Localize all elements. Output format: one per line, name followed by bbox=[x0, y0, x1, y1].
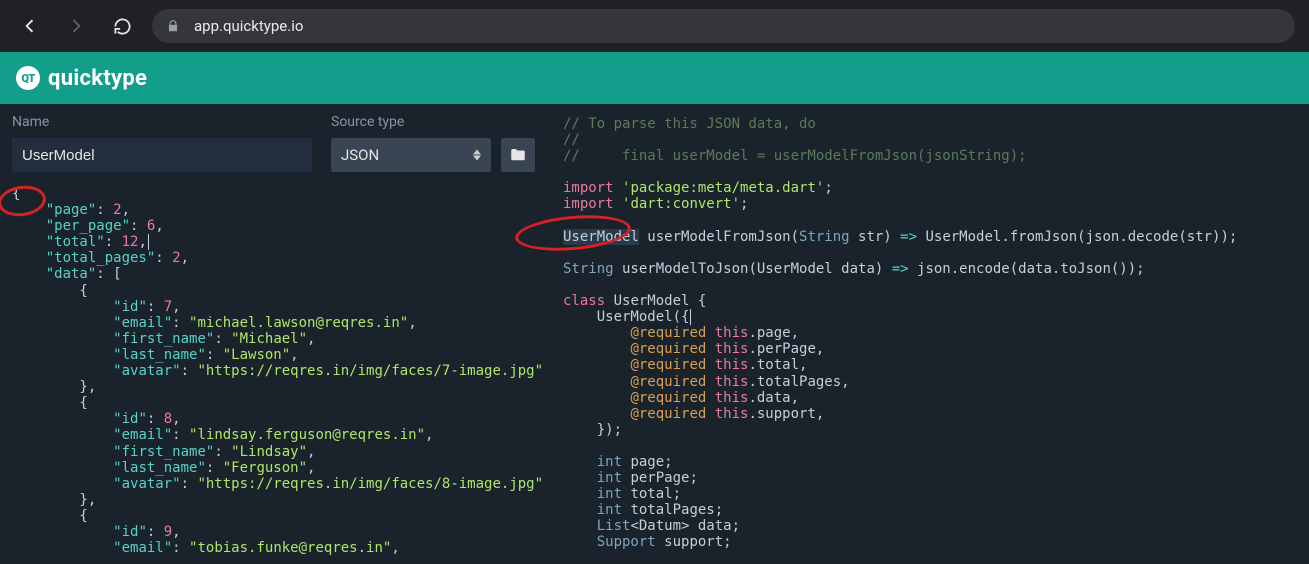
dart-output[interactable]: // To parse this JSON data, do // // fin… bbox=[563, 116, 1293, 551]
url-text: app.quicktype.io bbox=[194, 17, 303, 35]
lock-icon bbox=[166, 19, 180, 33]
url-bar[interactable]: app.quicktype.io bbox=[152, 9, 1295, 43]
name-label: Name bbox=[12, 114, 321, 130]
source-type-select[interactable]: JSON bbox=[331, 138, 491, 172]
json-editor[interactable]: { "page": 2, "per_page": 6, "total": 12,… bbox=[12, 186, 535, 556]
output-panel: // To parse this JSON data, do // // fin… bbox=[547, 104, 1309, 564]
brand-title: quicktype bbox=[48, 66, 147, 91]
browser-chrome: app.quicktype.io bbox=[0, 0, 1309, 52]
open-file-button[interactable] bbox=[501, 138, 535, 172]
name-input[interactable] bbox=[12, 138, 312, 172]
input-panel: Name Source type JSON bbox=[0, 104, 547, 564]
source-type-label: Source type bbox=[331, 114, 535, 130]
forward-button[interactable] bbox=[60, 10, 92, 42]
brand-badge: QT bbox=[16, 66, 40, 90]
chevron-updown-icon bbox=[473, 150, 481, 161]
app-header: QT quicktype bbox=[0, 52, 1309, 104]
source-type-value: JSON bbox=[341, 146, 379, 164]
reload-button[interactable] bbox=[106, 10, 138, 42]
back-button[interactable] bbox=[14, 10, 46, 42]
